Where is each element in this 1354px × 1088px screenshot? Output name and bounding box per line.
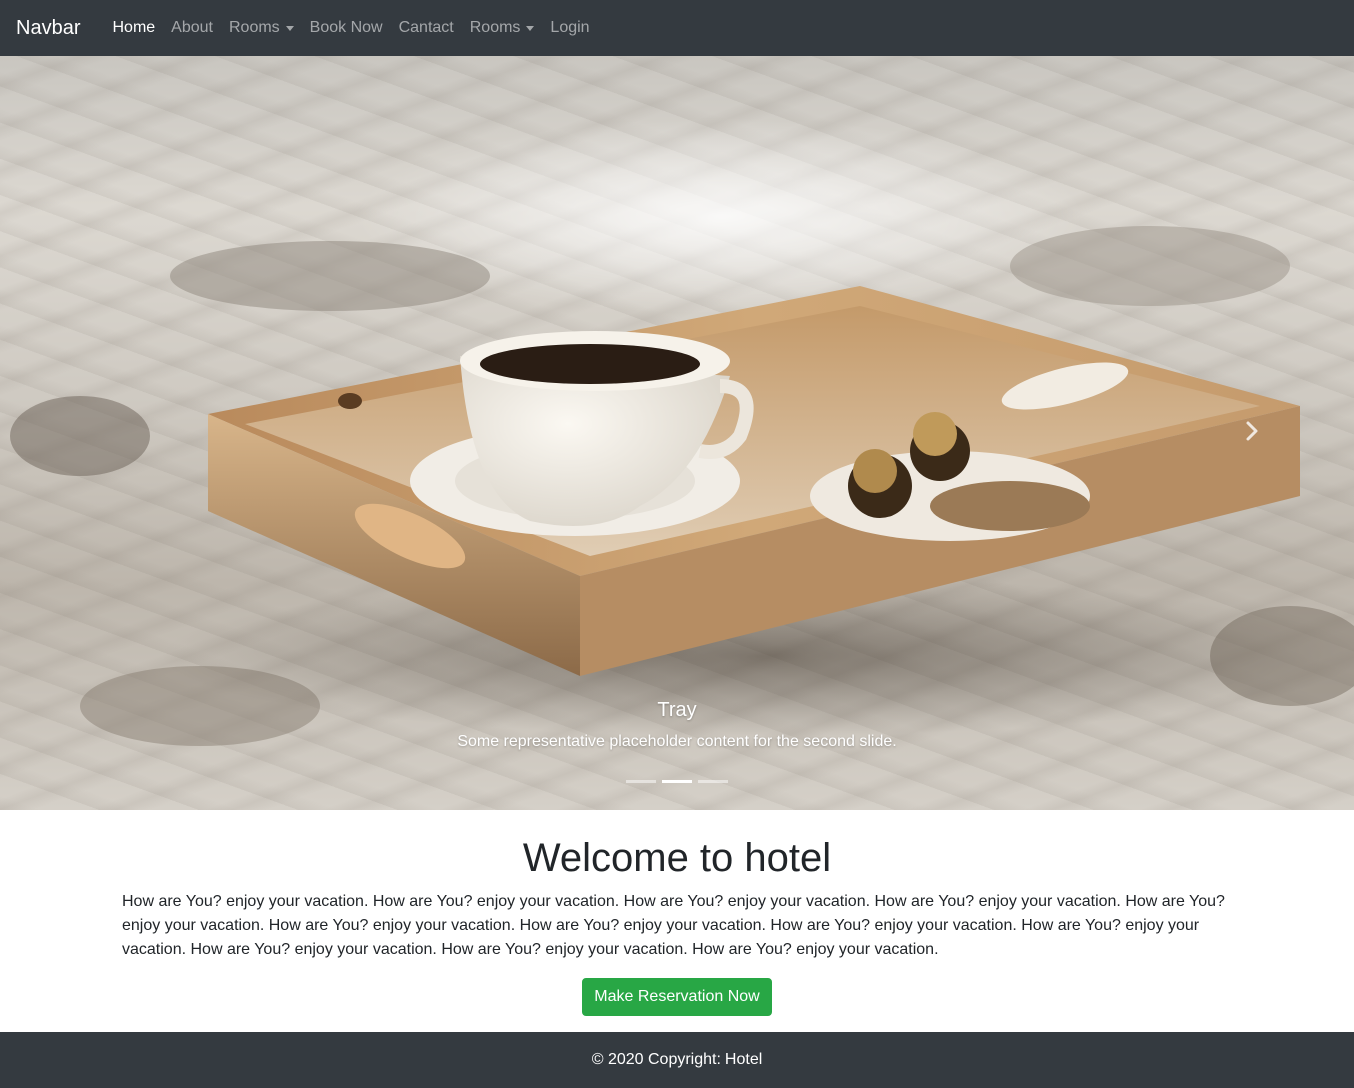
nav-item-label: Cantact (398, 19, 454, 36)
nav-item-label: Login (550, 19, 590, 36)
carousel-caption: Tray Some representative placeholder con… (0, 696, 1354, 754)
page-title: Welcome to hotel (522, 836, 832, 880)
nav-item-label: Book Now (309, 19, 383, 36)
welcome-section: Welcome to hotel How are You? enjoy your… (0, 810, 1354, 1032)
carousel-indicators (0, 780, 1354, 783)
nav-item-book-now[interactable]: Book Now (302, 19, 391, 37)
caption-title: Tray (657, 699, 697, 721)
caret-down-icon (526, 25, 535, 31)
nav-dropdown-rooms[interactable]: Rooms (221, 19, 302, 37)
nav-item-label: Rooms (228, 19, 280, 36)
make-reservation-button[interactable]: Make Reservation Now (582, 978, 772, 1016)
nav-item-label: Home (112, 19, 156, 36)
welcome-paragraph: How are You? enjoy your vacation. How ar… (122, 893, 1225, 958)
nav-dropdown-rooms-2[interactable]: Rooms (462, 19, 543, 37)
carousel-indicator-2[interactable] (662, 780, 692, 783)
top-navbar: Navbar Home About Rooms Book Now Cantact… (0, 0, 1354, 56)
carousel-indicator-1[interactable] (626, 780, 656, 783)
chevron-right-icon (1246, 421, 1258, 441)
page-footer: © 2020 Copyright: Hotel (0, 1032, 1354, 1088)
nav-item-about[interactable]: About (163, 19, 221, 37)
nav-item-label: Rooms (469, 19, 521, 36)
navbar-brand[interactable]: Navbar (16, 17, 80, 40)
nav-item-contact[interactable]: Cantact (391, 19, 462, 37)
nav-item-login[interactable]: Login (542, 19, 597, 37)
nav-item-label: About (171, 19, 213, 36)
footer-hotel-link[interactable]: Hotel (725, 1051, 762, 1069)
hero-carousel: Tray Some representative placeholder con… (0, 56, 1354, 810)
caption-text: Some representative placeholder content … (457, 733, 897, 750)
carousel-indicator-3[interactable] (698, 780, 728, 783)
caret-down-icon (285, 25, 294, 31)
footer-copyright: © 2020 Copyright: (591, 1051, 721, 1068)
nav-item-home[interactable]: Home (104, 19, 163, 37)
carousel-next-button[interactable] (1240, 416, 1264, 446)
